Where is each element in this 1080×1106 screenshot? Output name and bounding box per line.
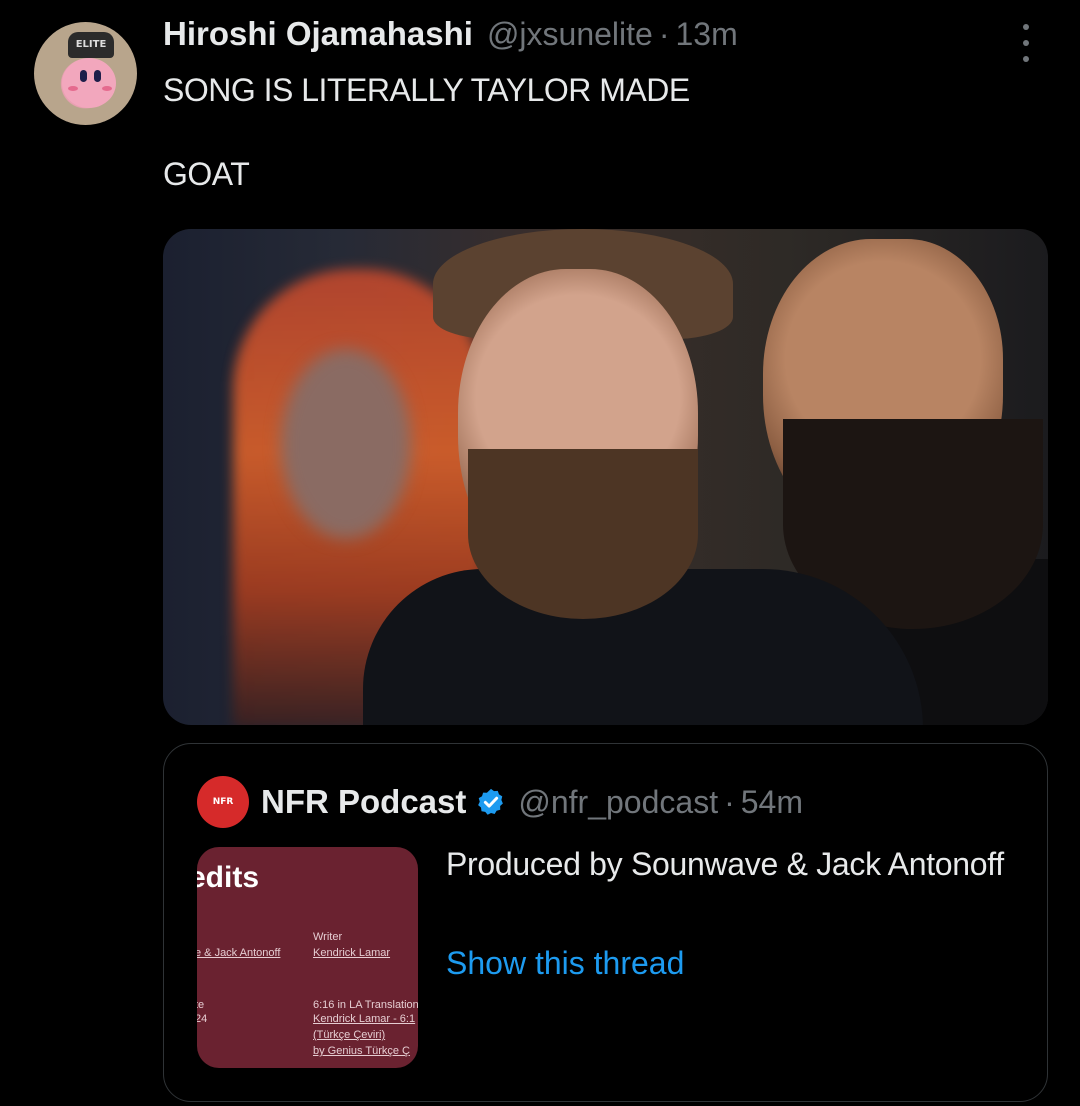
thumbnail-writer-label: Writer (313, 931, 343, 943)
more-dot (1023, 40, 1029, 46)
more-dot (1023, 56, 1029, 62)
quoted-author-name[interactable]: NFR Podcast (261, 783, 466, 821)
avatar-blush (68, 86, 78, 91)
avatar-cap: ELITE (68, 32, 114, 58)
tweet-text: SONG IS LITERALLY TAYLOR MADE GOAT (163, 68, 690, 196)
tweet-timestamp[interactable]: 13m (675, 16, 737, 53)
thumbnail-translation: (Türkçe Çeviri) (313, 1029, 386, 1041)
tweet-text-line: SONG IS LITERALLY TAYLOR MADE (163, 72, 690, 108)
avatar-eye (80, 70, 87, 82)
avatar-character (62, 58, 116, 108)
thumbnail-title: edits (197, 861, 260, 894)
thumbnail-writer-name: Kendrick Lamar (313, 947, 391, 959)
avatar-eye (94, 70, 101, 82)
author-name[interactable]: Hiroshi Ojamahashi (163, 15, 473, 53)
quoted-author-handle[interactable]: @nfr_podcast (518, 784, 718, 821)
photo-person-center-beard (468, 449, 698, 619)
thumbnail-translation: by Genius Türkçe Ç (313, 1045, 411, 1057)
tweet-text-spacer (163, 112, 690, 152)
avatar-blush (102, 86, 112, 91)
separator-dot: · (724, 783, 735, 820)
quoted-author-avatar[interactable]: NFR (197, 776, 249, 828)
quoted-tweet-thumbnail[interactable]: edits Writer e & Jack Antonoff Kendrick … (197, 847, 418, 1068)
more-vertical-icon[interactable] (1014, 24, 1038, 62)
tweet-text-line: GOAT (163, 156, 250, 192)
quoted-tweet-timestamp[interactable]: 54m (741, 784, 803, 821)
tweet-media-image[interactable] (163, 229, 1048, 725)
thumbnail-credit: e & Jack Antonoff (197, 947, 281, 959)
thumbnail-translations-label: 6:16 in LA Translations (313, 999, 418, 1011)
verified-badge-icon (478, 788, 504, 815)
thumbnail-translation: Kendrick Lamar - 6:1 (313, 1013, 416, 1025)
more-dot (1023, 24, 1029, 30)
quoted-tweet-header: NFR NFR Podcast @nfr_podcast · 54m (197, 776, 803, 828)
thumbnail-date-value: 24 (197, 1013, 208, 1025)
author-handle[interactable]: @jxsunelite (487, 16, 653, 53)
author-avatar[interactable]: ELITE (34, 22, 137, 125)
quoted-tweet-text: Produced by Sounwave & Jack Antonoff (446, 846, 1004, 882)
thumbnail-date-label: te (197, 999, 205, 1011)
tweet-header: Hiroshi Ojamahashi @jxsunelite · 13m (163, 15, 738, 59)
separator-dot: · (658, 16, 670, 52)
photo-background-face (281, 349, 411, 539)
show-thread-link[interactable]: Show this thread (446, 945, 684, 982)
